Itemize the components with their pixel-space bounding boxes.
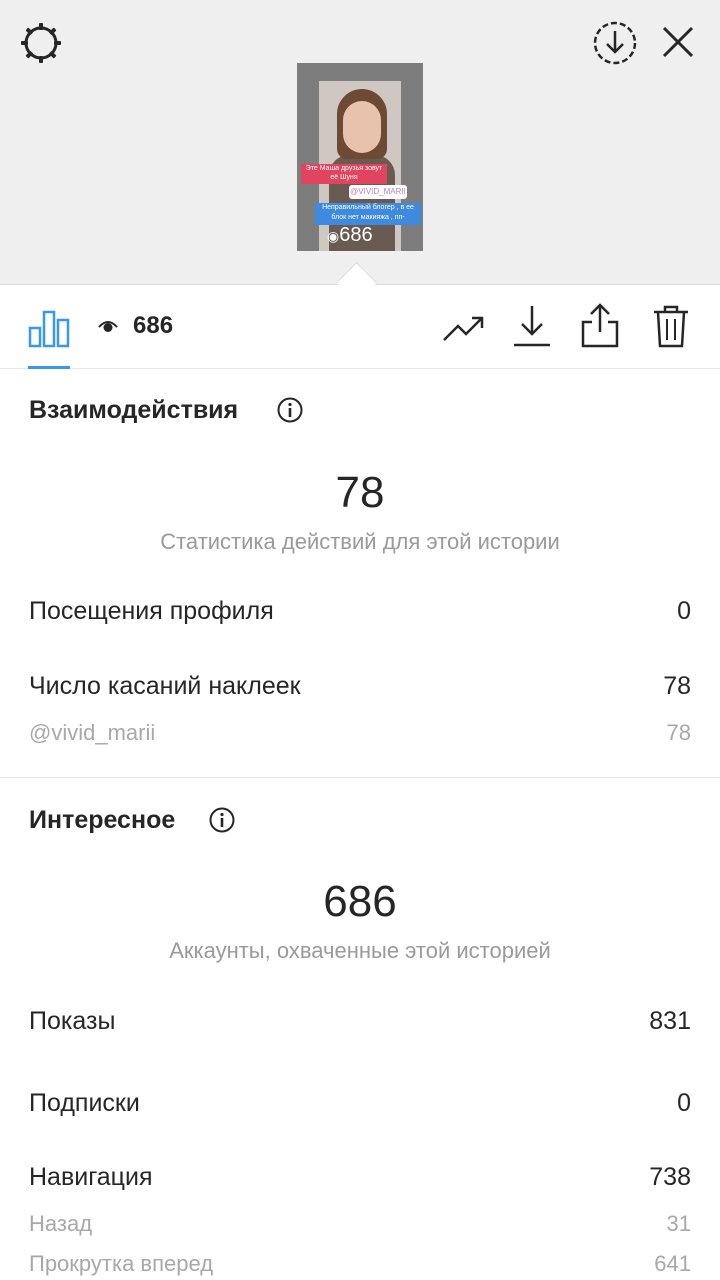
close-icon[interactable] [658,22,698,62]
profile-visits-label: Посещения профиля [29,597,274,625]
back-value: 31 [666,1211,691,1236]
interactions-caption: Статистика действий для этой истории [160,529,560,554]
trash-icon[interactable] [652,304,690,348]
interactions-title: Взаимодействия [29,396,239,424]
story-thumbnail[interactable]: Эте Маша друзья зовут её Шуня @VIVID_MAR… [297,63,423,251]
active-tab-indicator [28,366,70,369]
sticker-taps-value: 78 [663,672,691,700]
impressions-label: Показы [29,1007,116,1035]
eye-icon [98,321,118,332]
story-views: ◉686 [327,223,397,248]
story-caption-1: Эте Маша друзья зовут её Шуня [301,164,387,184]
info-icon[interactable] [277,397,303,423]
story-caption-2: Неправильный блогер , в ее блок нет маки… [315,203,421,225]
impressions-value: 831 [649,1007,691,1035]
mention-label: @vivid_marii [29,720,156,745]
bar-chart-icon[interactable] [28,308,70,348]
sticker-taps-label: Число касаний наклеек [29,672,301,700]
navigation-label: Навигация [29,1163,153,1191]
story-views-count: 686 [339,224,373,246]
mention-value: 78 [666,720,691,745]
download-circle-icon[interactable] [592,20,638,66]
navigation-value: 738 [649,1163,691,1191]
discovery-total: 686 [323,877,397,926]
profile-visits-value: 0 [677,597,691,625]
interactions-total: 78 [335,468,385,517]
gear-icon[interactable] [20,22,62,64]
eye-icon: ◉ [327,228,340,244]
back-label: Назад [29,1211,93,1236]
discovery-caption: Аккаунты, охваченные этой историей [169,938,551,963]
info-icon[interactable] [209,807,235,833]
trending-icon[interactable] [442,310,486,346]
follows-label: Подписки [29,1089,140,1117]
forward-label: Прокрутка вперед [29,1251,214,1276]
section-divider [0,777,720,778]
share-icon[interactable] [580,302,620,348]
photo-face [343,101,381,153]
download-icon[interactable] [512,304,552,348]
story-mention-sticker: @VIVID_MARII [349,185,407,199]
follows-value: 0 [677,1089,691,1117]
discovery-title: Интересное [29,806,176,834]
forward-value: 641 [654,1251,691,1276]
views-count: 686 [133,312,174,339]
